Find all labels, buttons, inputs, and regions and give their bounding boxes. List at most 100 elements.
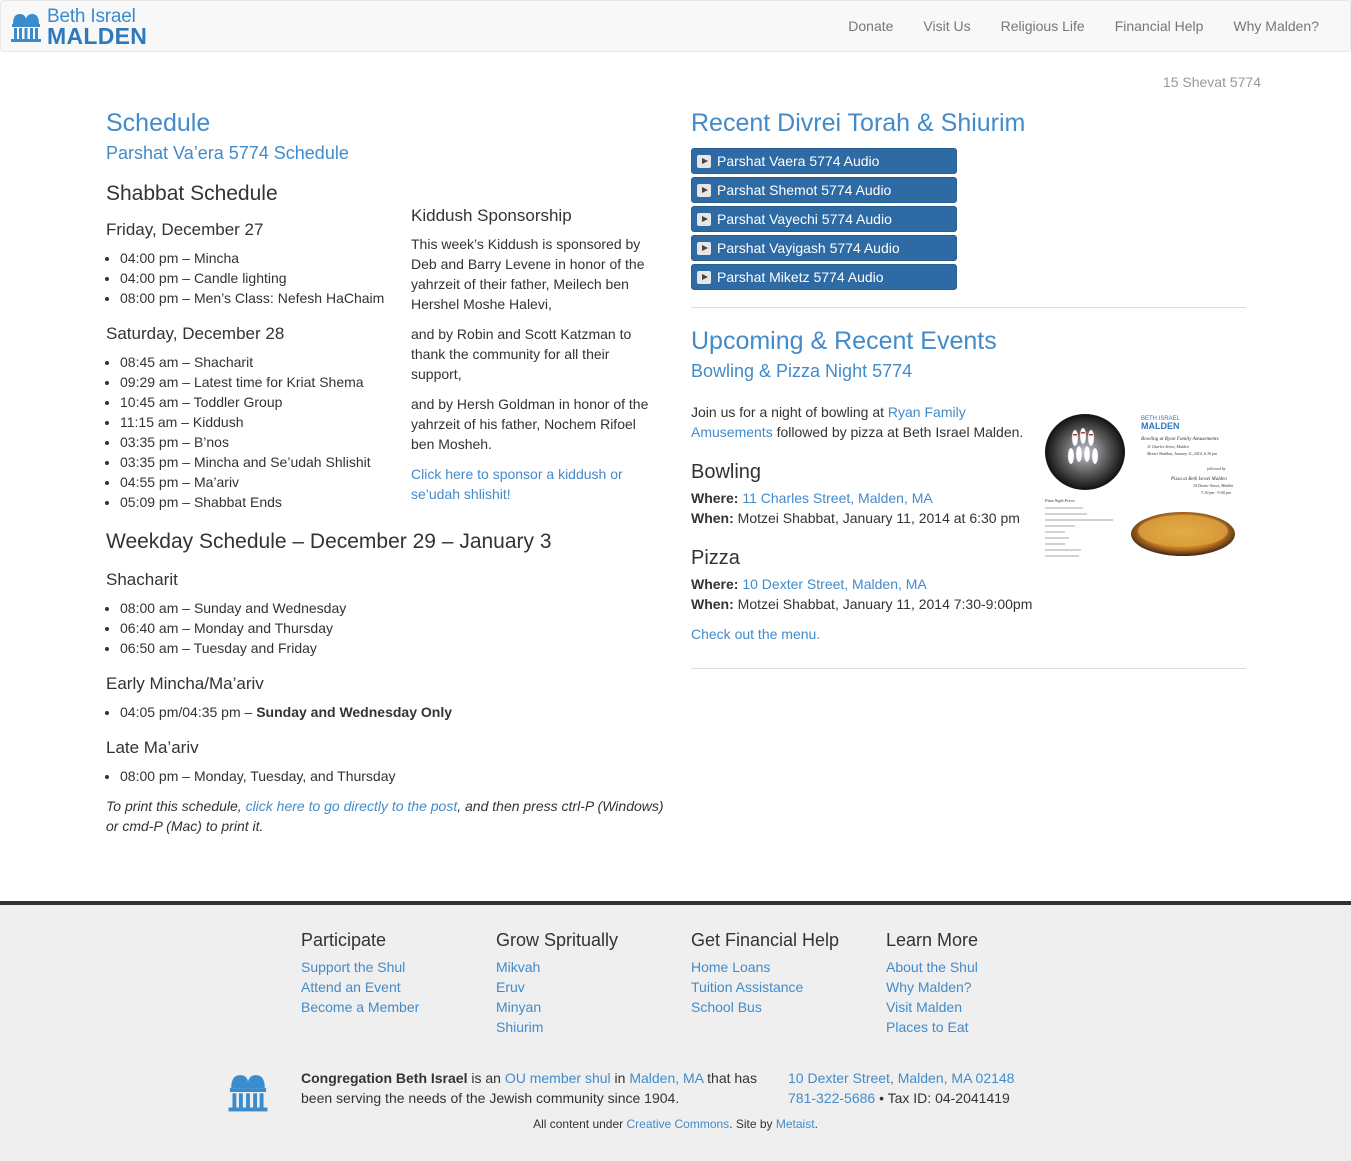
- early-days: Sunday and Wednesday Only: [256, 704, 452, 720]
- event-flyer-image[interactable]: BETH ISRAEL MALDEN Bowling at Ryan Famil…: [1043, 410, 1239, 562]
- nav-religious-life[interactable]: Religious Life: [986, 1, 1100, 51]
- schedule-title[interactable]: Schedule: [106, 106, 666, 140]
- event-intro-suffix: followed by pizza at Beth Israel Malden.: [772, 424, 1024, 440]
- footer-link[interactable]: School Bus: [691, 997, 881, 1017]
- tax-id: • Tax ID: 04-2041419: [875, 1090, 1010, 1106]
- ou-member-link[interactable]: OU member shul: [505, 1070, 611, 1086]
- nav-visit-us[interactable]: Visit Us: [908, 1, 985, 51]
- when-label: When:: [691, 596, 734, 612]
- site-logo[interactable]: Beth Israel MALDEN: [9, 5, 147, 47]
- hebrew-date: 15 Shevat 5774: [1162, 74, 1261, 90]
- footer-link[interactable]: Support the Shul: [301, 957, 491, 977]
- shacharit-heading: Shacharit: [106, 570, 178, 589]
- schedule-post-title[interactable]: Parshat Va’era 5774 Schedule: [106, 140, 666, 166]
- audio-button[interactable]: Parshat Shemot 5774 Audio: [691, 177, 957, 203]
- play-icon: [697, 154, 711, 168]
- credit-text: . Site by: [729, 1117, 776, 1131]
- event-intro: Join us for a night of bowling at Ryan F…: [691, 402, 1036, 442]
- pizza-when: When: Motzei Shabbat, January 11, 2014 7…: [691, 594, 1246, 614]
- event-intro-prefix: Join us for a night of bowling at: [691, 404, 888, 420]
- footer-col-title: Learn More: [886, 930, 979, 950]
- metaist-link[interactable]: Metaist: [776, 1117, 815, 1131]
- footer-link[interactable]: Minyan: [496, 997, 686, 1017]
- navbar: Beth Israel MALDEN Donate Visit Us Relig…: [0, 0, 1351, 52]
- footer-link[interactable]: Eruv: [496, 977, 686, 997]
- logo-text-top: Beth Israel: [47, 5, 136, 27]
- kiddush-heading: Kiddush Sponsorship: [411, 206, 572, 225]
- kiddush-sponsorship: Kiddush Sponsorship This week’s Kiddush …: [411, 204, 661, 514]
- audio-label: Parshat Shemot 5774 Audio: [717, 182, 892, 198]
- list-item: 06:40 am – Monday and Thursday: [120, 618, 666, 638]
- footer-about: Congregation Beth Israel is an OU member…: [301, 1068, 761, 1108]
- main-nav: Donate Visit Us Religious Life Financial…: [833, 1, 1334, 51]
- malden-link[interactable]: Malden, MA: [629, 1070, 703, 1086]
- flyer-text: 7:30 pm - 9:00 pm: [1201, 490, 1231, 495]
- list-item: 06:50 am – Tuesday and Friday: [120, 638, 666, 658]
- footer-link[interactable]: Why Malden?: [886, 977, 1076, 997]
- footer-link[interactable]: Shiurim: [496, 1017, 686, 1037]
- footer-link[interactable]: Home Loans: [691, 957, 881, 977]
- print-note-prefix: To print this schedule,: [106, 798, 246, 814]
- schedule-title-link[interactable]: Schedule: [106, 109, 210, 137]
- audio-button[interactable]: Parshat Miketz 5774 Audio: [691, 264, 957, 290]
- about-text: in: [610, 1070, 630, 1086]
- pizza-address-link[interactable]: 10 Dexter Street, Malden, MA: [742, 576, 926, 592]
- footer-link[interactable]: Mikvah: [496, 957, 686, 977]
- footer-col-participate: Participate Support the Shul Attend an E…: [301, 927, 491, 1017]
- footer-link[interactable]: Attend an Event: [301, 977, 491, 997]
- footer-link[interactable]: About the Shul: [886, 957, 1076, 977]
- schedule-post-link[interactable]: Parshat Va’era 5774 Schedule: [106, 143, 349, 163]
- list-item: 08:00 pm – Monday, Tuesday, and Thursday: [120, 766, 666, 786]
- audio-button[interactable]: Parshat Vaera 5774 Audio: [691, 148, 957, 174]
- credit-text: .: [814, 1117, 818, 1131]
- footer-col-financial: Get Financial Help Home Loans Tuition As…: [691, 927, 881, 1017]
- events-title-link[interactable]: Upcoming & Recent Events: [691, 327, 997, 355]
- audio-label: Parshat Vaera 5774 Audio: [717, 153, 880, 169]
- late-maariv-heading: Late Ma’ariv: [106, 738, 199, 757]
- nav-donate[interactable]: Donate: [833, 1, 908, 51]
- events-block: Upcoming & Recent Events Bowling & Pizza…: [691, 324, 1246, 644]
- early-time: 04:05 pm/04:35 pm –: [120, 704, 257, 720]
- event-title[interactable]: Bowling & Pizza Night 5774: [691, 358, 1246, 384]
- nav-why-malden[interactable]: Why Malden?: [1218, 1, 1334, 51]
- audio-list: Parshat Vaera 5774 Audio Parshat Shemot …: [691, 148, 1246, 290]
- schedule-section: Schedule Parshat Va’era 5774 Schedule Sh…: [106, 106, 666, 836]
- footer-link[interactable]: Tuition Assistance: [691, 977, 881, 997]
- flyer-graphic: BETH ISRAEL MALDEN Bowling at Ryan Famil…: [1044, 414, 1235, 557]
- kiddush-paragraph: and by Hersh Goldman in honor of the yah…: [411, 396, 649, 452]
- audio-button[interactable]: Parshat Vayigash 5774 Audio: [691, 235, 957, 261]
- synagogue-logo-icon: [228, 1075, 268, 1112]
- print-post-link[interactable]: click here to go directly to the post: [246, 798, 458, 814]
- congregation-name: Congregation Beth Israel: [301, 1070, 468, 1086]
- footer-col-learn: Learn More About the Shul Why Malden? Vi…: [886, 927, 1076, 1037]
- event-title-link[interactable]: Bowling & Pizza Night 5774: [691, 361, 912, 381]
- footer-address-link[interactable]: 10 Dexter Street, Malden, MA 02148: [788, 1070, 1014, 1086]
- print-note: To print this schedule, click here to go…: [106, 796, 666, 836]
- footer-phone-link[interactable]: 781-322-5686: [788, 1090, 875, 1106]
- audio-label: Parshat Vayigash 5774 Audio: [717, 240, 900, 256]
- audio-button[interactable]: Parshat Vayechi 5774 Audio: [691, 206, 957, 232]
- play-icon: [697, 241, 711, 255]
- events-title[interactable]: Upcoming & Recent Events: [691, 324, 1246, 358]
- footer-contact: 10 Dexter Street, Malden, MA 02148 781-3…: [788, 1068, 1088, 1108]
- torah-title[interactable]: Recent Divrei Torah & Shiurim: [691, 106, 1246, 140]
- bowling-time: Motzei Shabbat, January 11, 2014 at 6:30…: [733, 510, 1020, 526]
- kiddush-paragraph: This week’s Kiddush is sponsored by Deb …: [411, 236, 645, 312]
- sponsor-kiddush-link[interactable]: Click here to sponsor a kiddush or se’ud…: [411, 466, 623, 502]
- footer-link[interactable]: Become a Member: [301, 997, 491, 1017]
- torah-title-link[interactable]: Recent Divrei Torah & Shiurim: [691, 109, 1025, 137]
- weekday-schedule-heading: Weekday Schedule – December 29 – January…: [106, 530, 552, 553]
- audio-label: Parshat Miketz 5774 Audio: [717, 269, 884, 285]
- flyer-logo-bottom: MALDEN: [1141, 421, 1180, 431]
- credit-text: All content under: [533, 1117, 627, 1131]
- footer-link[interactable]: Places to Eat: [886, 1017, 1076, 1037]
- pizza-time: Motzei Shabbat, January 11, 2014 7:30-9:…: [733, 596, 1033, 612]
- footer-link[interactable]: Visit Malden: [886, 997, 1076, 1017]
- creative-commons-link[interactable]: Creative Commons: [626, 1117, 729, 1131]
- menu-link[interactable]: Check out the menu.: [691, 626, 820, 642]
- sidebar-section: Recent Divrei Torah & Shiurim Parshat Va…: [691, 106, 1246, 669]
- bowling-address-link[interactable]: 11 Charles Street, Malden, MA: [742, 490, 932, 506]
- list-item: 08:00 am – Sunday and Wednesday: [120, 598, 666, 618]
- footer-logo: [226, 1069, 270, 1120]
- nav-financial-help[interactable]: Financial Help: [1100, 1, 1219, 51]
